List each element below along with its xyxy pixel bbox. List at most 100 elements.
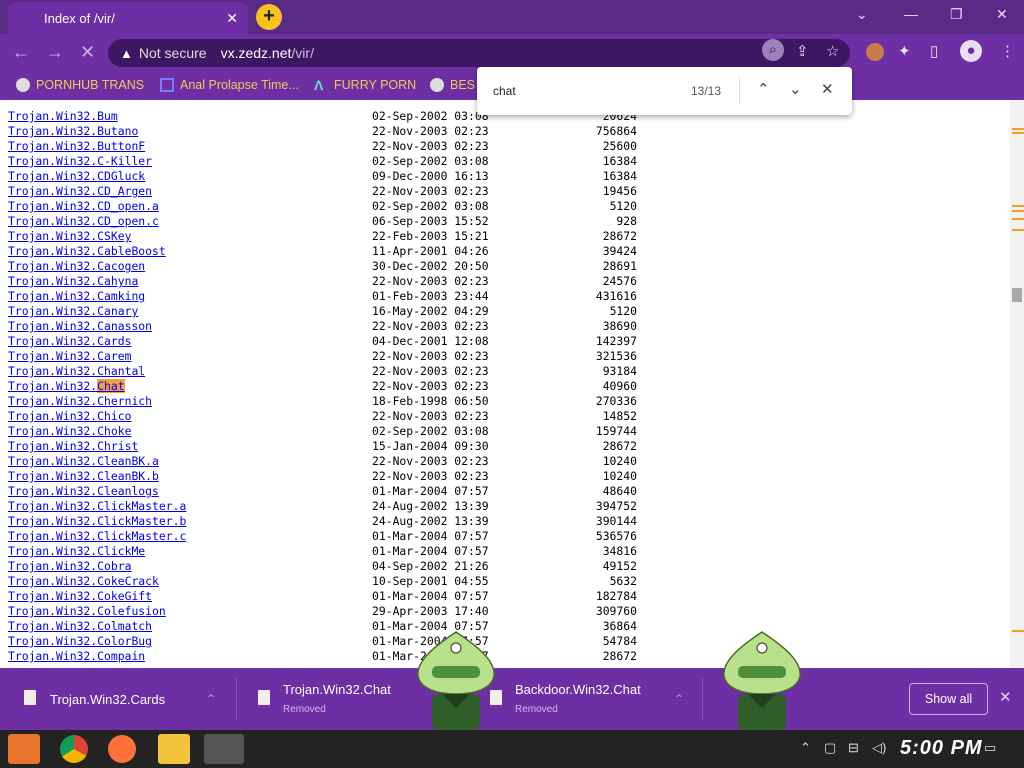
download-item[interactable]: Backdoor.Win32.Chat Removed (488, 668, 688, 730)
bookmark-item[interactable]: BES (430, 78, 475, 92)
file-link[interactable]: Trojan.Win32.CD_open.c (8, 214, 159, 229)
scrollbar[interactable] (1010, 100, 1024, 668)
file-link-prefix: Trojan.Win32. (8, 379, 98, 393)
file-link[interactable]: Trojan.Win32.ColorBug (8, 634, 152, 649)
download-name: Backdoor.Win32.Chat (515, 682, 641, 697)
new-tab-button[interactable]: + (256, 4, 282, 30)
find-in-page-icon[interactable]: ⌕ (762, 39, 784, 61)
file-link[interactable]: Trojan.Win32.Colefusion (8, 604, 166, 619)
tab-search-icon[interactable]: ⌄ (856, 6, 868, 23)
file-link[interactable]: Trojan.Win32.Butano (8, 124, 138, 139)
file-link[interactable]: Trojan.Win32.C-Killer (8, 154, 152, 169)
back-icon[interactable]: ← (12, 42, 30, 63)
file-link[interactable]: Trojan.Win32.Cards (8, 334, 131, 349)
menu-icon[interactable]: ⋮ (1000, 42, 1015, 60)
file-link[interactable]: Trojan.Win32.ClickMaster.b (8, 514, 186, 529)
forward-icon[interactable]: → (46, 42, 64, 63)
file-link[interactable]: Trojan.Win32.Chernich (8, 394, 152, 409)
file-explorer-icon[interactable] (158, 734, 190, 764)
file-link[interactable]: Trojan.Win32.CSKey (8, 229, 131, 244)
file-link[interactable]: Trojan.Win32.Compain (8, 649, 145, 664)
bookmark-label: Anal Prolapse Time... (180, 78, 299, 92)
file-link[interactable]: Trojan.Win32.Chico (8, 409, 131, 424)
start-button[interactable] (8, 734, 40, 764)
file-link[interactable]: Trojan.Win32.CokeCrack (8, 574, 159, 589)
profile-icon[interactable]: ● (960, 40, 982, 62)
share-icon[interactable]: ⇪ (796, 42, 809, 60)
not-secure-label[interactable]: Not secure (139, 45, 207, 61)
file-date: 29-Apr-2003 17:40 (372, 604, 489, 618)
file-link[interactable]: Trojan.Win32.ClickMaster.a (8, 499, 186, 514)
lambda-icon: Λ (314, 77, 324, 93)
file-link[interactable]: Trojan.Win32.CD_open.a (8, 199, 159, 214)
file-link[interactable]: Trojan.Win32.CokeGift (8, 589, 152, 604)
file-link[interactable]: Trojan.Win32.Christ (8, 439, 138, 454)
file-link[interactable]: Trojan.Win32.CleanBK.a (8, 454, 159, 469)
file-link[interactable]: Trojan.Win32.CD_Argen (8, 184, 152, 199)
address-bar[interactable]: ▲ Not secure vx.zedz.net /vir/ (108, 39, 850, 67)
chevron-up-icon[interactable]: ⌃ (206, 692, 216, 706)
restore-icon[interactable]: ❐ (950, 6, 963, 23)
file-link[interactable]: Trojan.Win32.Canasson (8, 319, 152, 334)
warning-icon[interactable]: ▲ (120, 46, 133, 61)
minimize-icon[interactable]: — (904, 6, 918, 22)
chrome-icon[interactable] (60, 735, 88, 763)
file-link[interactable]: Trojan.Win32.Choke (8, 424, 131, 439)
file-date: 01-Mar-2004 07:57 (372, 529, 489, 543)
chevron-up-icon[interactable]: ⌃ (674, 692, 684, 706)
bookmark-item[interactable]: Λ FURRY PORN (314, 78, 416, 92)
tab-index-vir[interactable]: Index of /vir/ ✕ (8, 2, 248, 34)
file-date: 16-May-2002 04:29 (372, 304, 489, 318)
file-link[interactable]: Trojan.Win32.Cobra (8, 559, 131, 574)
file-size: 38690 (602, 319, 637, 333)
volume-icon[interactable]: ◁) (872, 740, 886, 756)
extension-avatar-icon[interactable] (866, 43, 884, 61)
bookmark-item[interactable]: Anal Prolapse Time... (160, 78, 299, 92)
find-highlight: Chat (97, 379, 125, 393)
file-link[interactable]: Trojan.Win32.Carem (8, 349, 131, 364)
file-link[interactable]: Trojan.Win32.Canary (8, 304, 138, 319)
clock[interactable]: 5:00 PM (900, 737, 983, 760)
notifications-icon[interactable]: ▭ (984, 740, 996, 756)
file-link[interactable]: Trojan.Win32.ClickMe (8, 544, 145, 559)
file-link[interactable]: Trojan.Win32.Chat (8, 379, 125, 394)
bookmark-item[interactable]: PORNHUB TRANS (16, 78, 144, 92)
scrollbar-thumb[interactable] (1012, 288, 1022, 302)
tray-chevron-icon[interactable]: ⌃ (800, 740, 811, 756)
find-input[interactable]: chat (493, 84, 516, 98)
reload-icon[interactable]: ✕ (80, 42, 95, 63)
find-next-icon[interactable]: ⌄ (789, 80, 802, 98)
download-item[interactable]: Trojan.Win32.Cards (20, 668, 230, 730)
file-link[interactable]: Trojan.Win32.Cleanlogs (8, 484, 159, 499)
file-link[interactable]: Trojan.Win32.Bum (8, 109, 118, 124)
tablet-icon[interactable]: ▢ (824, 740, 836, 756)
find-close-icon[interactable]: ✕ (821, 80, 834, 98)
file-size: 928 (616, 214, 637, 228)
firefox-icon[interactable] (108, 735, 136, 763)
file-link[interactable]: Trojan.Win32.CleanBK.b (8, 469, 159, 484)
close-tab-icon[interactable]: ✕ (226, 10, 238, 27)
file-size: 28672 (602, 649, 637, 663)
app-window-icon[interactable] (204, 734, 244, 764)
close-downloads-icon[interactable]: ✕ (999, 688, 1012, 706)
file-link[interactable]: Trojan.Win32.Camking (8, 289, 145, 304)
extensions-puzzle-icon[interactable]: ✦ (898, 42, 911, 60)
file-link[interactable]: Trojan.Win32.Chantal (8, 364, 145, 379)
downloads-bar: Trojan.Win32.Cards ⌃ Trojan.Win32.Chat R… (0, 668, 1024, 730)
file-link[interactable]: Trojan.Win32.ButtonF (8, 139, 145, 154)
file-link[interactable]: Trojan.Win32.Colmatch (8, 619, 152, 634)
file-date: 22-Nov-2003 02:23 (372, 454, 489, 468)
network-icon[interactable]: ⊟ (848, 740, 859, 756)
bookmark-star-icon[interactable]: ☆ (826, 42, 839, 60)
file-size: 142397 (595, 334, 637, 348)
find-previous-icon[interactable]: ⌃ (757, 80, 770, 98)
side-panel-icon[interactable]: ▯ (930, 42, 938, 60)
show-all-button[interactable]: Show all (909, 683, 988, 715)
file-link[interactable]: Trojan.Win32.CDGluck (8, 169, 145, 184)
file-link[interactable]: Trojan.Win32.Cacogen (8, 259, 145, 274)
file-size: 40960 (602, 379, 637, 393)
window-close-icon[interactable]: ✕ (996, 6, 1008, 23)
file-link[interactable]: Trojan.Win32.Cahyna (8, 274, 138, 289)
file-link[interactable]: Trojan.Win32.CableBoost (8, 244, 166, 259)
file-link[interactable]: Trojan.Win32.ClickMaster.c (8, 529, 186, 544)
